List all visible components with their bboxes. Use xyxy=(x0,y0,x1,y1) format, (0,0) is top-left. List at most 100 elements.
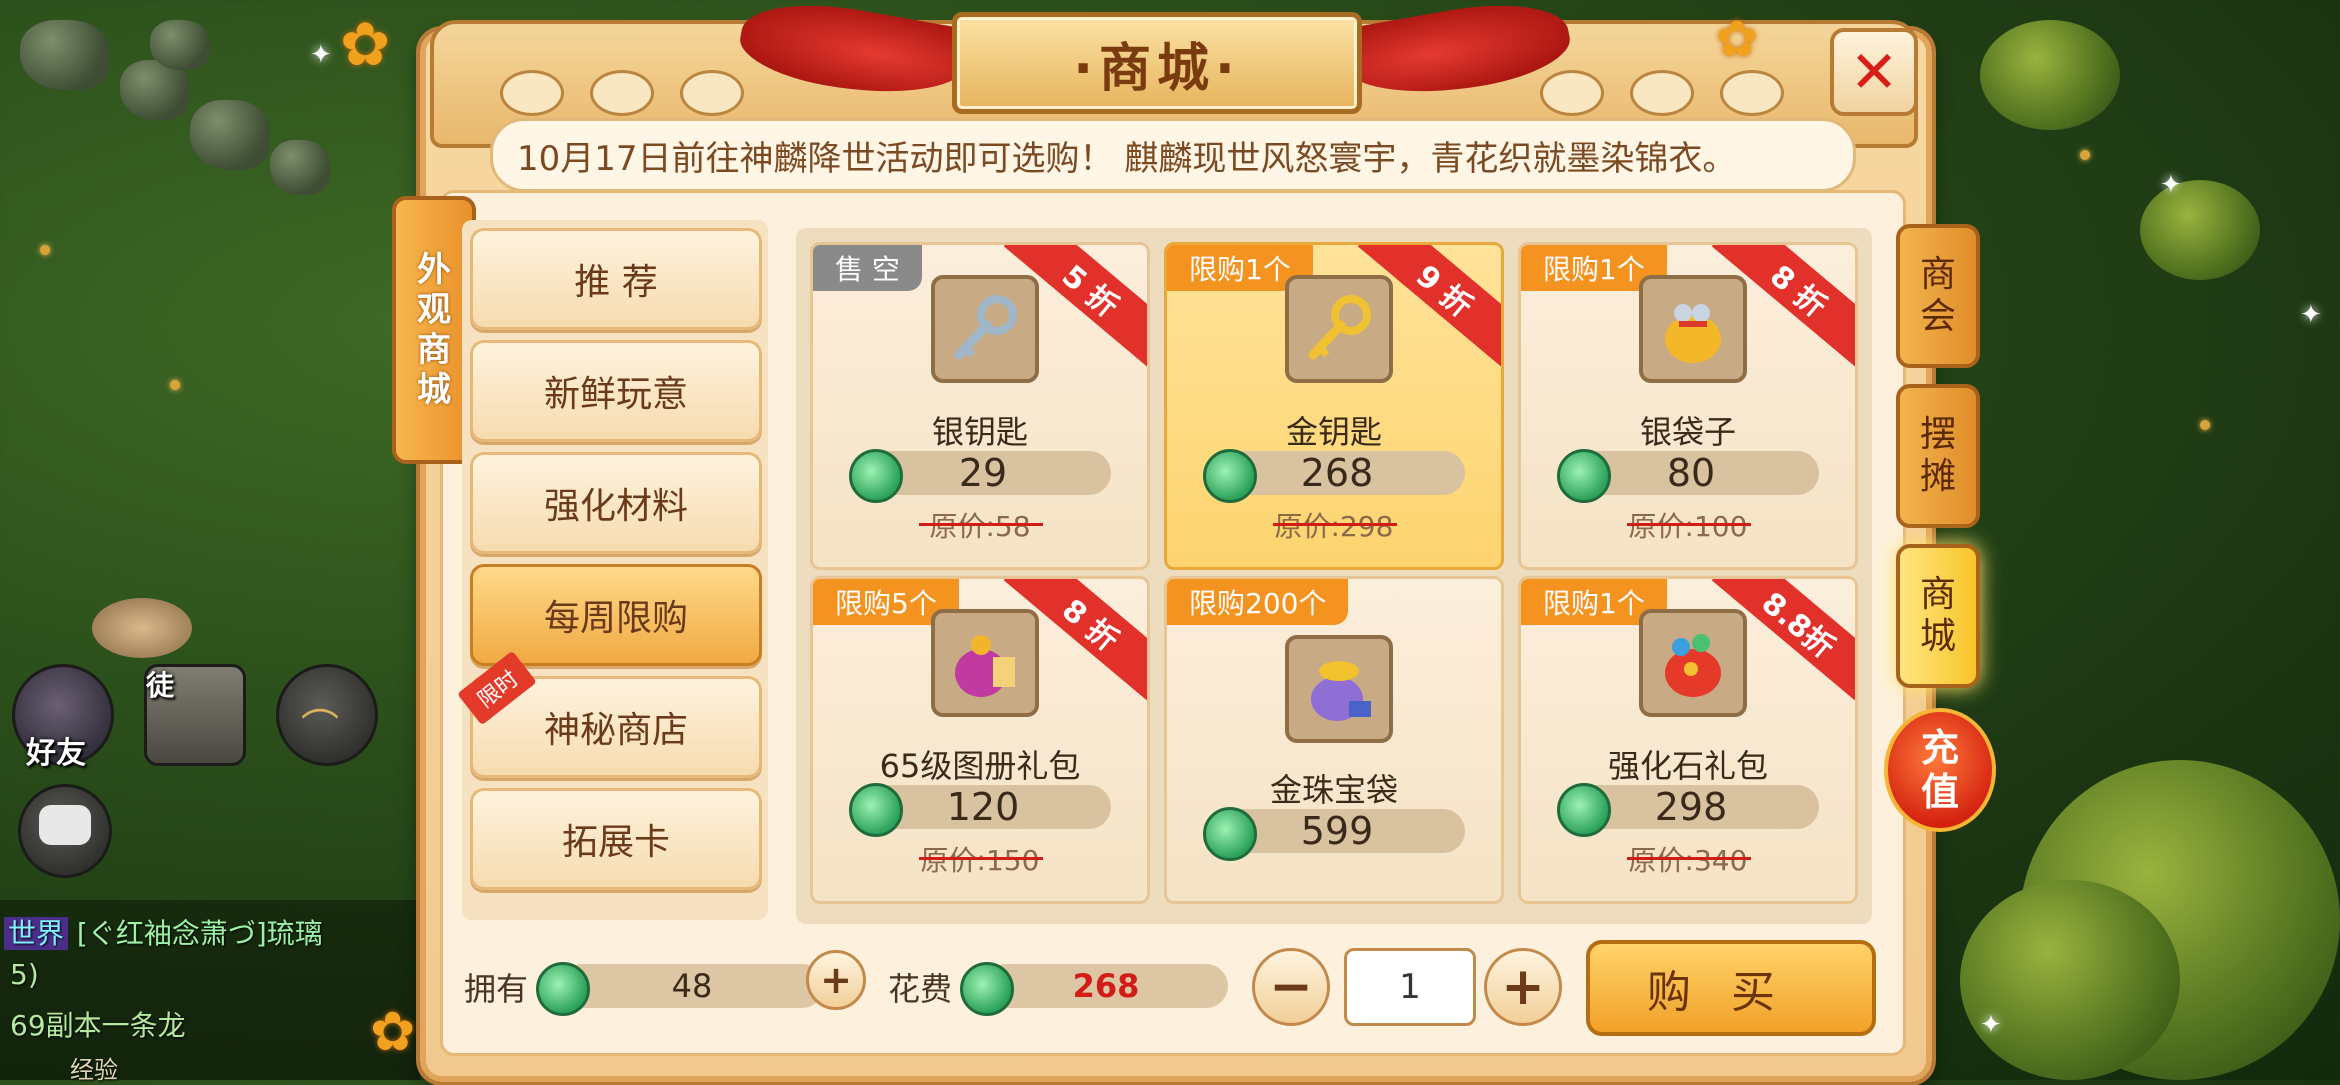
product-name: 强化石礼包 xyxy=(1607,747,1768,785)
product-name: 金钥匙 xyxy=(1285,413,1382,451)
enhance-stone-pack-icon xyxy=(1639,609,1747,717)
jade-coin-icon xyxy=(1557,783,1611,837)
decrease-quantity-button[interactable]: − xyxy=(1252,948,1330,1026)
sparkle-icon: ✦ xyxy=(2160,170,2182,200)
announcement-text: 10月17日前往神麟降世活动即可选购！ 麒麟现世风怒寰宇，青花织就墨染锦衣。 xyxy=(517,138,1737,179)
flower xyxy=(2080,150,2090,160)
maple-leaf-icon: ✿ xyxy=(370,1000,416,1063)
jade-coin-icon xyxy=(1203,807,1257,861)
rock xyxy=(190,100,270,170)
gold-key-icon xyxy=(1285,275,1393,383)
product-card[interactable]: 限购1个 8.8折 强化石礼包 298 原价:340 xyxy=(1518,576,1858,904)
sparkle-icon: ✦ xyxy=(1980,1010,2002,1040)
maple-leaf-icon: ✿ xyxy=(340,10,391,80)
quantity-input[interactable]: 1 xyxy=(1344,948,1476,1026)
jade-coin-icon xyxy=(849,449,903,503)
gold-pearl-bag-icon xyxy=(1285,635,1393,743)
sold-out-badge: 售 空 xyxy=(813,245,922,291)
chat-line: 69副本一条龙 xyxy=(10,1009,186,1042)
friends-label: 好友 xyxy=(26,736,86,771)
buy-button[interactable]: 购买 xyxy=(1586,940,1876,1036)
jade-coin-icon xyxy=(536,962,590,1016)
category-novelty[interactable]: 新鲜玩意 xyxy=(470,340,762,442)
roof-tile xyxy=(1720,70,1784,116)
roof-tile xyxy=(500,70,564,116)
purchase-limit-badge: 限购200个 xyxy=(1167,579,1349,625)
close-button[interactable]: ✕ xyxy=(1830,28,1918,116)
product-name: 金珠宝袋 xyxy=(1269,771,1398,809)
apprentice-label: 徒 xyxy=(146,669,175,702)
bush xyxy=(1980,20,2120,130)
cost-amount: 268 xyxy=(984,964,1228,1008)
tab-stall[interactable]: 摆 摊 xyxy=(1896,384,1980,528)
price-strikethrough xyxy=(1273,523,1397,526)
owned-amount: 48 xyxy=(560,964,824,1008)
product-card[interactable]: 限购5个 8 折 65级图册礼包 120 原价:150 xyxy=(810,576,1150,904)
tab-char: 会 xyxy=(1919,296,1956,337)
tab-chamber-of-commerce[interactable]: 商 会 xyxy=(1896,224,1980,368)
sign-char: 外 xyxy=(417,250,451,290)
product-card[interactable]: 限购1个 8 折 银袋子 80 原价:100 xyxy=(1518,242,1858,570)
price-strikethrough xyxy=(919,523,1043,526)
category-expansion-card[interactable]: 拓展卡 xyxy=(470,788,762,890)
gift-bag-icon xyxy=(931,609,1039,717)
chat-text: [ぐ红袖念萧づ]琉璃 xyxy=(76,917,323,950)
product-card[interactable]: 限购200个 金珠宝袋 599 xyxy=(1164,576,1504,904)
bush xyxy=(2140,180,2260,280)
tab-char: 商 xyxy=(1919,574,1956,615)
price-strikethrough xyxy=(919,857,1043,860)
product-card[interactable]: 售 空 5 折 银钥匙 29 原价:58 xyxy=(810,242,1150,570)
rock xyxy=(150,20,210,70)
sparkle-icon: ✦ xyxy=(310,40,332,70)
tab-char: 摆 xyxy=(1919,414,1956,455)
roof-tile xyxy=(680,70,744,116)
product-name: 银钥匙 xyxy=(931,413,1028,451)
emote-button[interactable]: ⌒ xyxy=(276,664,378,766)
jade-coin-icon xyxy=(849,783,903,837)
page-title: ·商城· xyxy=(952,12,1362,114)
chat-button[interactable] xyxy=(18,784,112,878)
sparkle-icon: ✦ xyxy=(2300,300,2322,330)
tab-char: 城 xyxy=(1919,616,1956,657)
product-card[interactable]: 限购1个 9 折 金钥匙 268 原价:298 xyxy=(1164,242,1504,570)
sign-char: 观 xyxy=(417,290,451,330)
jade-coin-icon xyxy=(1203,449,1257,503)
sign-char: 商 xyxy=(417,330,451,370)
recharge-button[interactable]: 充 值 xyxy=(1884,708,1996,832)
roof-tile xyxy=(1540,70,1604,116)
category-enhance-materials[interactable]: 强化材料 xyxy=(470,452,762,554)
silver-key-icon xyxy=(931,275,1039,383)
chat-channel: 世界 xyxy=(4,917,69,950)
announcement-marquee: 10月17日前往神麟降世活动即可选购！ 麒麟现世风怒寰宇，青花织就墨染锦衣。 xyxy=(490,118,1856,192)
chat-line: 5) xyxy=(10,958,39,991)
category-weekly-limited[interactable]: 每周限购 xyxy=(470,564,762,666)
close-icon: ✕ xyxy=(1849,38,1899,106)
price-strikethrough xyxy=(1627,857,1751,860)
add-currency-button[interactable]: + xyxy=(806,950,866,1010)
silver-pouch-icon xyxy=(1639,275,1747,383)
maple-leaf-icon: ✿ xyxy=(1716,10,1758,68)
product-name: 银袋子 xyxy=(1639,413,1736,451)
product-name: 65级图册礼包 xyxy=(879,747,1081,785)
sign-char: 城 xyxy=(417,370,451,410)
flower xyxy=(170,380,180,390)
increase-quantity-button[interactable]: + xyxy=(1484,948,1562,1026)
owned-label: 拥有 xyxy=(464,970,529,1008)
tab-shop[interactable]: 商 城 xyxy=(1896,544,1980,688)
rock xyxy=(270,140,330,195)
recharge-char: 值 xyxy=(1920,770,1959,814)
category-recommended[interactable]: 推 荐 xyxy=(470,228,762,330)
pet-bowl-icon[interactable] xyxy=(92,598,192,658)
price-strikethrough xyxy=(1627,523,1751,526)
tab-char: 商 xyxy=(1919,254,1956,295)
bush xyxy=(1960,880,2180,1080)
jade-coin-icon xyxy=(960,962,1014,1016)
chat-line: 世界 [ぐ红袖念萧づ]琉璃 xyxy=(4,912,323,952)
roof-tile xyxy=(590,70,654,116)
roof-tile xyxy=(1630,70,1694,116)
rock xyxy=(20,20,110,90)
recharge-char: 充 xyxy=(1920,726,1959,770)
tab-char: 摊 xyxy=(1919,456,1956,497)
jade-coin-icon xyxy=(1557,449,1611,503)
flower xyxy=(40,245,50,255)
